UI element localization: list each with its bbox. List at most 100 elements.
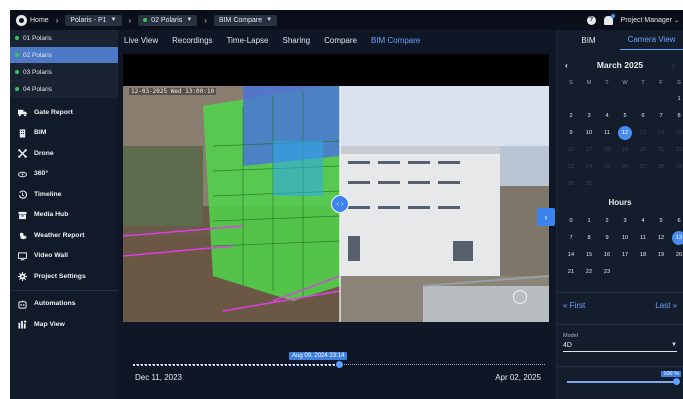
calendar-day[interactable]: 4 (598, 107, 616, 124)
hour-cell[interactable]: 11 (634, 229, 652, 246)
sidebar-item-media-hub[interactable]: Media Hub (10, 205, 118, 226)
view-select[interactable]: BIM Compare ▼ (213, 14, 278, 26)
project-select[interactable]: Polaris - P1 ▼ (65, 14, 122, 26)
hour-cell[interactable]: 10 (616, 229, 634, 246)
sidebar-project-03[interactable]: 03 Polaris (10, 64, 118, 81)
panorama-icon (18, 170, 27, 178)
right-panel-tabs: BIM Camera View (557, 30, 683, 50)
next-month-button[interactable]: › (672, 60, 675, 70)
hour-cell[interactable]: 20 (670, 246, 683, 263)
hour-cell[interactable]: 8 (580, 229, 598, 246)
breadcrumb-home[interactable]: Home (30, 17, 49, 24)
camera-select-label: 02 Polaris (151, 16, 183, 24)
calendar-day[interactable]: 1 (670, 90, 683, 107)
calendar-day[interactable]: 9 (562, 124, 580, 141)
hour-cell[interactable]: 18 (634, 246, 652, 263)
sidebar-item-label: 360° (34, 170, 49, 178)
sidebar-item-drone[interactable]: Drone (10, 143, 118, 164)
status-dot-icon (143, 18, 148, 22)
sidebar-item-project-settings[interactable]: Project Settings (10, 266, 118, 287)
calendar-day[interactable]: 12 (618, 125, 632, 140)
tab-recordings[interactable]: Recordings (172, 36, 212, 45)
hour-cell[interactable]: 5 (652, 212, 670, 229)
opacity-track[interactable] (567, 381, 677, 383)
calendar-day[interactable]: 8 (670, 107, 683, 124)
hour-cell[interactable]: 22 (580, 263, 598, 280)
hour-cell[interactable]: 16 (598, 246, 616, 263)
status-dot-icon (15, 53, 19, 57)
sidebar-item-map-view[interactable]: Map View (10, 314, 118, 335)
sidebar-item-gate-report[interactable]: Gate Report (10, 102, 118, 123)
calendar-day[interactable]: 10 (580, 124, 598, 141)
tab-sharing[interactable]: Sharing (283, 36, 311, 45)
tab-compare[interactable]: Compare (324, 36, 357, 45)
sidebar-project-01[interactable]: 01 Polaris (10, 30, 118, 47)
hour-cell[interactable]: 23 (598, 263, 616, 280)
hour-cell[interactable]: 13 (672, 230, 683, 245)
hour-cell[interactable]: 2 (598, 212, 616, 229)
sidebar-item-weather-report[interactable]: Weather Report (10, 225, 118, 246)
notification-bell-icon[interactable] (603, 13, 615, 25)
hour-cell[interactable]: 0 (562, 212, 580, 229)
sidebar-project-04[interactable]: 04 Polaris (10, 81, 118, 98)
hour-cell[interactable]: 3 (616, 212, 634, 229)
calendar-day: 14 (657, 129, 665, 136)
hour-cell[interactable]: 15 (580, 246, 598, 263)
hour-cell[interactable]: 19 (652, 246, 670, 263)
calendar-day: 13 (639, 129, 647, 136)
sidebar-item-video-wall[interactable]: Video Wall (10, 246, 118, 267)
calendar-day[interactable]: 6 (634, 107, 652, 124)
tab-live-view[interactable]: Live View (124, 36, 158, 45)
calendar-empty (652, 175, 670, 192)
model-select[interactable]: 4D ▼ (563, 339, 677, 352)
sidebar-item-bim[interactable]: BIM (10, 123, 118, 144)
hour-cell[interactable]: 17 (616, 246, 634, 263)
project-select-label: Polaris - P1 (70, 16, 107, 24)
hour-cell[interactable]: 6 (670, 212, 683, 229)
last-button[interactable]: Last » (655, 301, 677, 310)
sidebar-project-02[interactable]: 02 Polaris (10, 47, 118, 64)
calendar-day[interactable]: 2 (562, 107, 580, 124)
tab-bim[interactable]: BIM (557, 30, 620, 50)
calendar-day: 25 (603, 163, 611, 170)
hour-cell[interactable]: 1 (580, 212, 598, 229)
chevron-right-icon: › (544, 212, 548, 222)
bim-compare-viewer[interactable]: 12-03-2025 Wed 13:00:10 ‹ › (123, 54, 549, 322)
hour-cell[interactable]: 4 (634, 212, 652, 229)
calendar-day: 22 (675, 146, 683, 153)
hour-cell[interactable]: 14 (562, 246, 580, 263)
camera-select[interactable]: 02 Polaris ▼ (138, 14, 198, 26)
sidebar-item-timeline[interactable]: Timeline (10, 184, 118, 205)
first-button[interactable]: « First (563, 301, 585, 310)
watermark-logo-icon (513, 290, 527, 304)
hour-cell[interactable]: 12 (652, 229, 670, 246)
home-icon[interactable] (16, 14, 27, 26)
hour-cell[interactable]: 7 (562, 229, 580, 246)
calendar-empty (580, 90, 598, 107)
hour-cell[interactable]: 21 (562, 263, 580, 280)
opacity-handle[interactable] (673, 378, 680, 385)
prev-month-button[interactable]: ‹ (565, 60, 568, 70)
calendar-empty (616, 90, 634, 107)
collapse-panel-button[interactable]: › (537, 208, 555, 226)
sidebar-item-label: Media Hub (34, 211, 69, 219)
tab-bim-compare[interactable]: BIM Compare (371, 36, 420, 45)
tab-time-lapse[interactable]: Time-Lapse (227, 36, 269, 45)
calendar-day[interactable]: 11 (598, 124, 616, 141)
timeline-handle[interactable] (335, 361, 343, 368)
hour-cell[interactable]: 9 (598, 229, 616, 246)
calendar-day[interactable]: 7 (652, 107, 670, 124)
split-slider-handle[interactable]: ‹ › (331, 195, 349, 213)
status-dot-icon (15, 87, 19, 91)
project-label: 03 Polaris (23, 68, 52, 76)
caret-down-icon: ▼ (266, 17, 273, 23)
sidebar-item-automations[interactable]: Automations (10, 294, 118, 315)
calendar-day[interactable]: 3 (580, 107, 598, 124)
help-icon[interactable]: ? (586, 15, 596, 25)
tab-camera-view[interactable]: Camera View (620, 30, 683, 50)
sidebar-item-360[interactable]: 360° (10, 164, 118, 185)
calendar-day[interactable]: 5 (616, 107, 634, 124)
opacity-slider[interactable]: 100 % (557, 366, 683, 386)
timeline[interactable]: Aug 09, 2024 23:14 Dec 11, 2023 Apr 02, … (123, 326, 553, 396)
user-menu[interactable]: Project Manager ⌄ (621, 17, 679, 24)
